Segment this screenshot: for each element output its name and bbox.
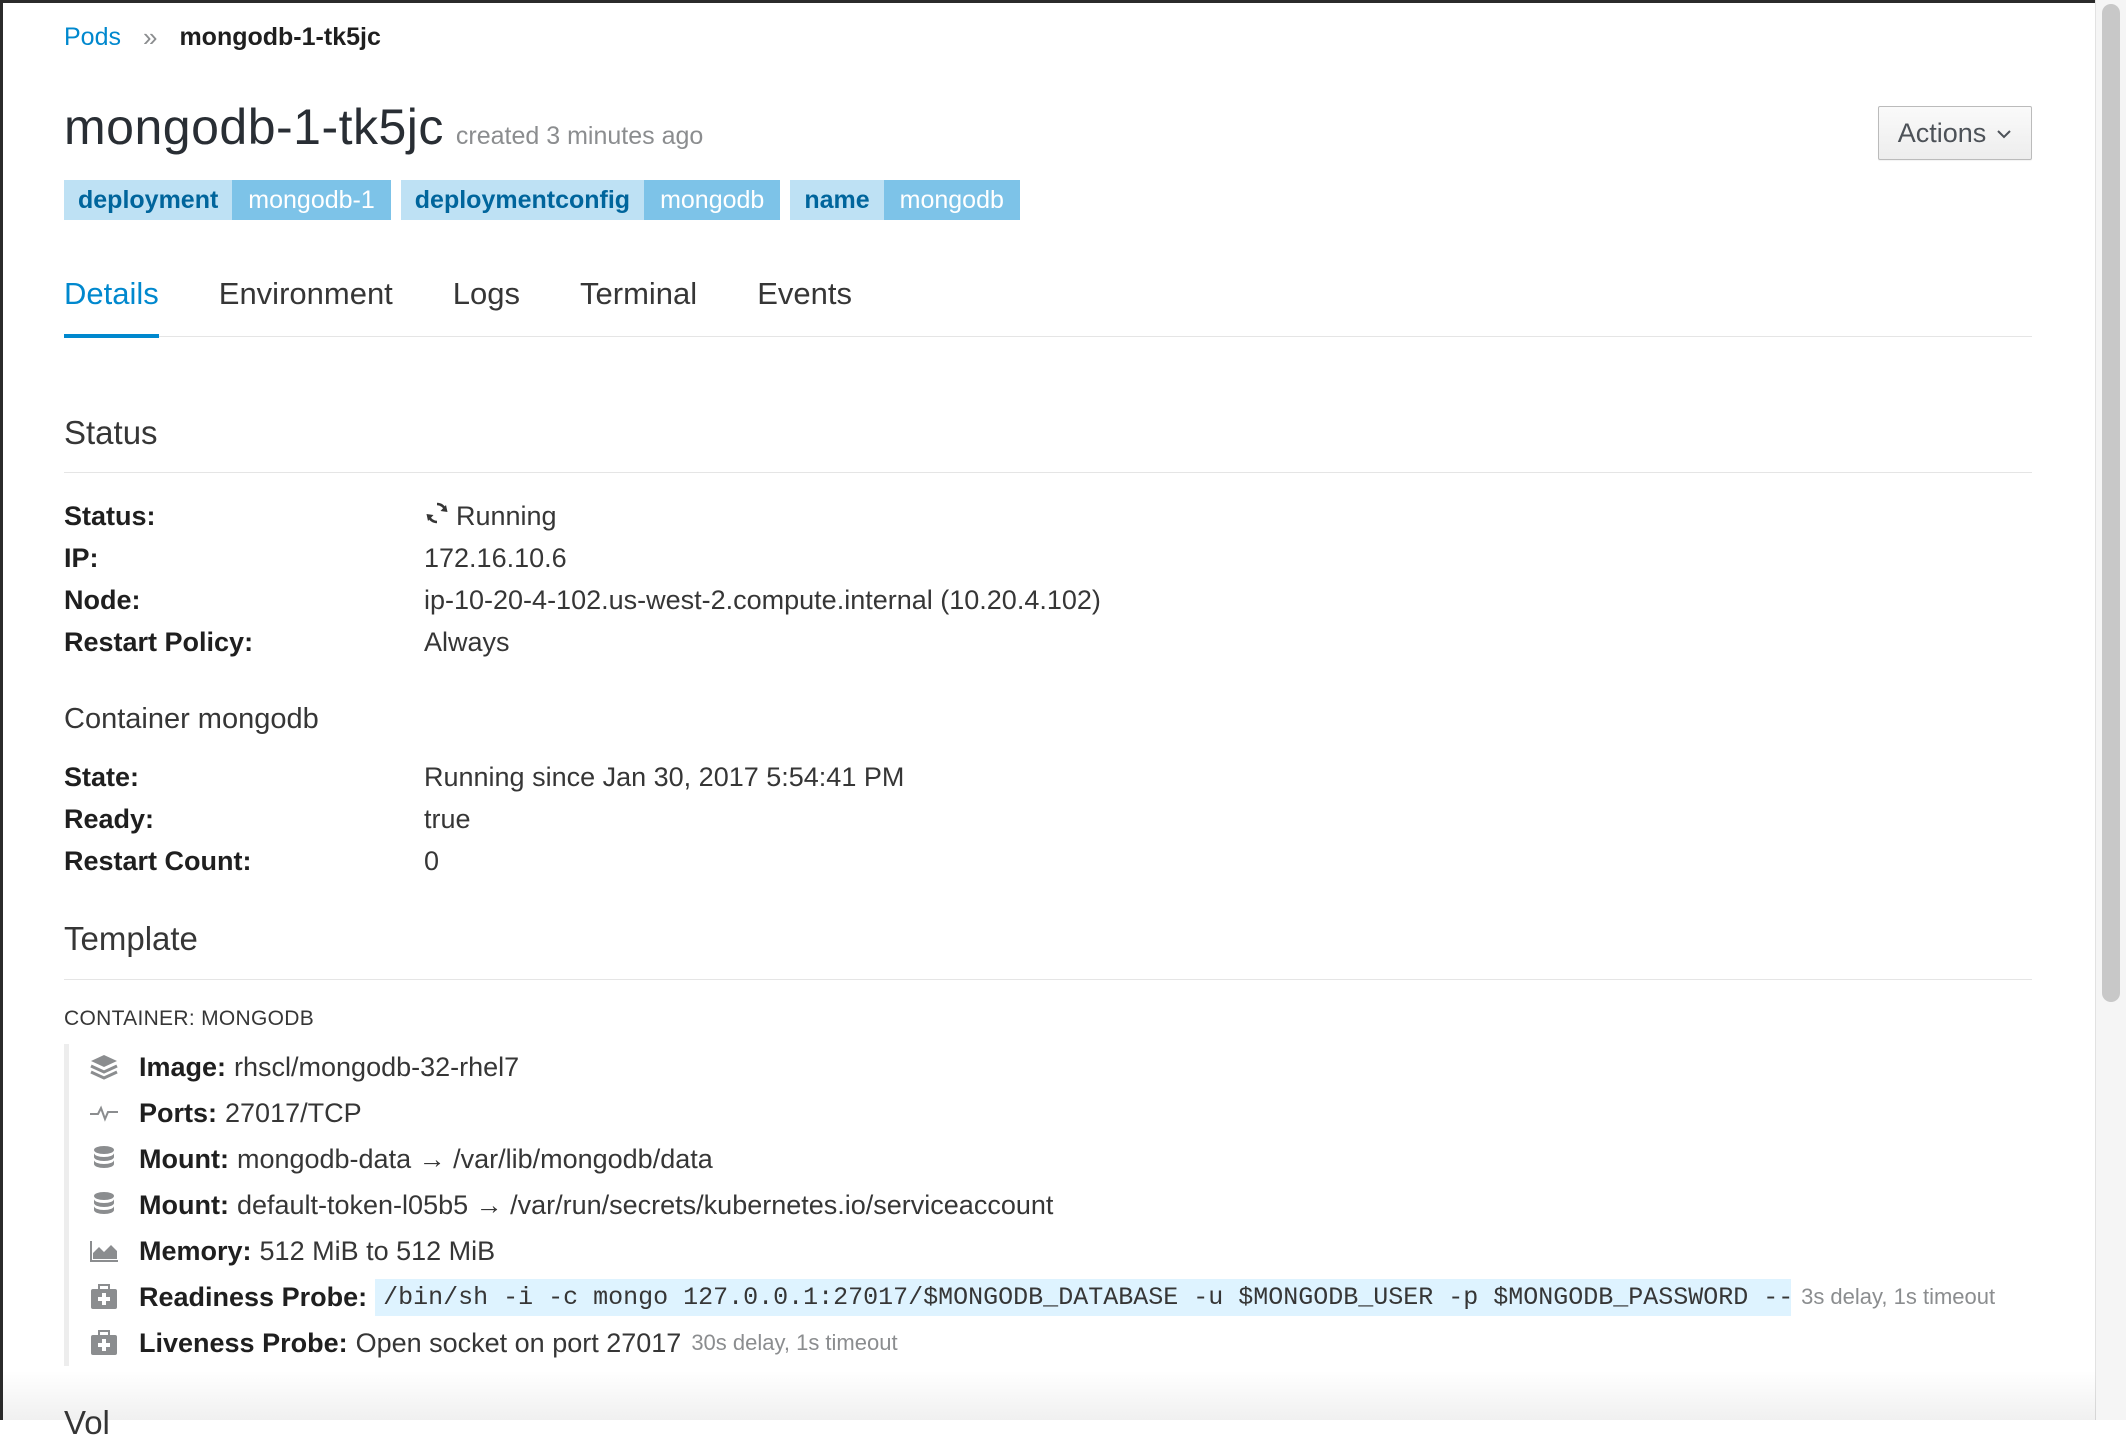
scrollbar-thumb[interactable] [2102, 4, 2120, 1002]
ready-label: Ready: [64, 803, 155, 834]
node-label: Node: [64, 584, 141, 615]
status-value: Running [456, 500, 557, 531]
readiness-probe-command: /bin/sh -i -c mongo 127.0.0.1:27017/$MON… [375, 1278, 1792, 1316]
label-value[interactable]: mongodb-1 [232, 180, 391, 220]
refresh-spinner-icon [424, 500, 450, 533]
label-value[interactable]: mongodb [644, 180, 781, 220]
template-section-title: Template [64, 920, 198, 957]
page-header: mongodb-1-tk5jc created 3 minutes ago [64, 98, 703, 156]
template-container-list: Image: rhscl/mongodb-32-rhel7 Ports: 270… [64, 1044, 1995, 1366]
label-deploymentconfig[interactable]: deploymentconfig mongodb [400, 180, 781, 220]
created-timestamp: created 3 minutes ago [455, 122, 704, 150]
chevron-down-icon [1996, 122, 2012, 145]
mount-label: Mount: [139, 1143, 229, 1174]
window-bottom-shadow [0, 1370, 2096, 1420]
readiness-probe-row: Readiness Probe: /bin/sh -i -c mongo 127… [89, 1274, 1995, 1320]
ports-label: Ports: [139, 1097, 218, 1128]
mount-label: Mount: [139, 1189, 229, 1220]
restart-count-label: Restart Count: [64, 845, 252, 876]
readiness-probe-timing: 3s delay, 1s timeout [1801, 1284, 1996, 1309]
actions-label: Actions [1897, 117, 1987, 148]
label-deployment[interactable]: deployment mongodb-1 [64, 180, 391, 220]
restart-policy-row: Restart Policy: Always [64, 621, 1101, 663]
image-row: Image: rhscl/mongodb-32-rhel7 [89, 1044, 1995, 1090]
tab-terminal[interactable]: Terminal [580, 276, 697, 336]
memory-label: Memory: [139, 1235, 252, 1266]
page-title: mongodb-1-tk5jc [64, 99, 444, 155]
status-value-wrap: Running [424, 500, 557, 533]
breadcrumb-pods-link[interactable]: Pods [64, 23, 121, 52]
mount-value: default-token-l05b5 → /var/run/secrets/k… [236, 1189, 1054, 1220]
label-key[interactable]: deployment [64, 180, 233, 220]
container-subsection-title: Container mongodb [64, 703, 319, 735]
label-value[interactable]: mongodb [883, 180, 1020, 220]
liveness-probe-value: Open socket on port 27017 [355, 1327, 682, 1358]
node-row: Node: ip-10-20-4-102.us-west-2.compute.i… [64, 579, 1101, 621]
actions-dropdown-button[interactable]: Actions [1878, 106, 2032, 160]
ip-label: IP: [64, 542, 99, 573]
breadcrumb-separator: » [142, 22, 158, 52]
mount-row: Mount: default-token-l05b5 → /var/run/se… [89, 1182, 1995, 1228]
window-frame-left [0, 0, 3, 1420]
restart-count-row: Restart Count: 0 [64, 840, 904, 882]
state-value: Running since Jan 30, 2017 5:54:41 PM [424, 761, 905, 792]
label-key[interactable]: name [790, 180, 884, 220]
memory-row: Memory: 512 MiB to 512 MiB [89, 1228, 1995, 1274]
image-layers-icon [89, 1052, 119, 1082]
state-row: State: Running since Jan 30, 2017 5:54:4… [64, 756, 904, 798]
container-details-list: State: Running since Jan 30, 2017 5:54:4… [64, 756, 904, 882]
tab-environment[interactable]: Environment [219, 276, 393, 336]
image-label: Image: [139, 1051, 227, 1082]
mount-row: Mount: mongodb-data → /var/lib/mongodb/d… [89, 1136, 1995, 1182]
ip-value: 172.16.10.6 [424, 542, 567, 573]
status-row: Status: Running [64, 495, 1101, 537]
breadcrumb-current: mongodb-1-tk5jc [179, 23, 381, 51]
database-icon [89, 1144, 119, 1174]
ip-row: IP: 172.16.10.6 [64, 537, 1101, 579]
tab-details[interactable]: Details [64, 276, 159, 338]
state-label: State: [64, 761, 140, 792]
vertical-scrollbar[interactable] [2095, 0, 2126, 1420]
label-key[interactable]: deploymentconfig [400, 180, 645, 220]
status-section-title: Status [64, 414, 158, 451]
mount-value: mongodb-data → /var/lib/mongodb/data [236, 1143, 713, 1174]
ports-row: Ports: 27017/TCP [89, 1090, 1995, 1136]
ready-value: true [424, 803, 471, 834]
tab-logs[interactable]: Logs [453, 276, 520, 336]
restart-policy-value: Always [424, 626, 510, 657]
medkit-icon [89, 1328, 119, 1358]
breadcrumb: Pods » mongodb-1-tk5jc [64, 22, 381, 53]
memory-value: 512 MiB to 512 MiB [259, 1235, 496, 1266]
tab-bar: Details Environment Logs Terminal Events [64, 276, 2032, 338]
label-list: deployment mongodb-1 deploymentconfig mo… [64, 180, 1020, 220]
liveness-probe-label: Liveness Probe: [139, 1327, 348, 1358]
restart-policy-label: Restart Policy: [64, 626, 254, 657]
ready-row: Ready: true [64, 798, 904, 840]
section-divider [64, 472, 2032, 473]
medkit-icon [89, 1282, 119, 1312]
liveness-probe-timing: 30s delay, 1s timeout [691, 1330, 898, 1355]
image-value: rhscl/mongodb-32-rhel7 [234, 1051, 520, 1082]
database-icon [89, 1190, 119, 1220]
label-name[interactable]: name mongodb [790, 180, 1020, 220]
container-heading: CONTAINER: MONGODB [64, 1007, 315, 1030]
status-label: Status: [64, 500, 156, 531]
window-frame-top [0, 0, 2126, 3]
area-chart-icon [89, 1236, 119, 1266]
node-value: ip-10-20-4-102.us-west-2.compute.interna… [424, 584, 1101, 615]
ports-value: 27017/TCP [225, 1097, 362, 1128]
readiness-probe-label: Readiness Probe: [139, 1281, 368, 1312]
restart-count-value: 0 [424, 845, 440, 876]
port-pulse-icon [89, 1098, 119, 1128]
status-details-list: Status: Running IP: 172.16.10.6 Node: ip… [64, 495, 1101, 663]
tab-events[interactable]: Events [757, 276, 852, 336]
liveness-probe-row: Liveness Probe: Open socket on port 2701… [89, 1320, 1995, 1366]
section-divider [64, 979, 2032, 980]
